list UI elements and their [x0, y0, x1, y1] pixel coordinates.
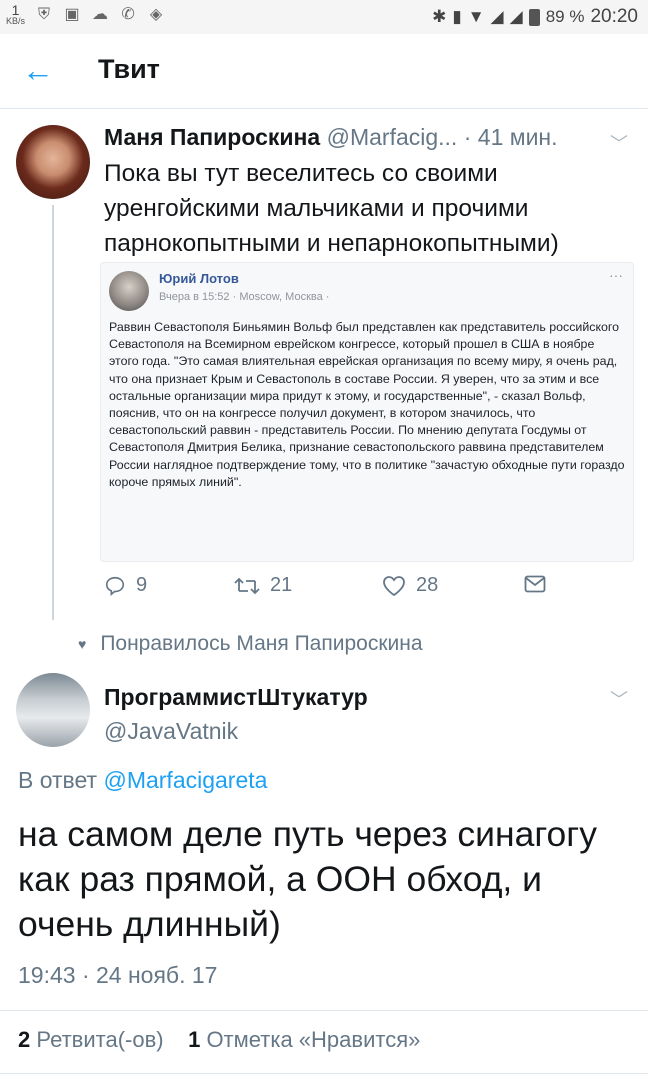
dm-button[interactable] — [524, 574, 546, 594]
back-arrow-icon[interactable]: ← — [22, 54, 54, 86]
reply-to-link[interactable]: @Marfacigareta — [103, 767, 267, 793]
vibrate-icon: ▮ — [452, 7, 462, 26]
thread-line — [52, 205, 54, 620]
clock: 20:20 — [590, 6, 638, 27]
bluetooth-icon: ✱ — [432, 7, 447, 26]
page-title: Твит — [98, 54, 160, 84]
tweet-header: Маня Папироскина @Marfacig... · 41 мин. — [104, 124, 558, 150]
social-context: ♥ Понравилось Маня Папироскина — [78, 632, 423, 656]
embed-meta: Вчера в 15:52 · Moscow, Москва · — [159, 291, 330, 303]
reply-button[interactable]: 9 — [104, 574, 147, 597]
shield-notification-icon: ⛨ — [38, 5, 51, 23]
author-name[interactable]: ПрограммистШтукатур — [104, 684, 368, 711]
heart-icon — [383, 575, 405, 596]
tweet-timestamp: 19:43 · 24 нояб. 17 — [18, 962, 218, 988]
divider — [0, 1073, 648, 1074]
like-count: 28 — [416, 574, 439, 596]
status-bar: 1 KB/s ⛨ ▣ ☁ ✆ ◈ ✱ ▮ ▼ ◢ ◢ 89 % 20:20 — [0, 0, 648, 34]
retweets-stat[interactable]: 2 Ретвита(-ов) — [18, 1027, 164, 1052]
avatar[interactable] — [16, 673, 90, 747]
embed-author: Юрий Лотов — [159, 271, 239, 286]
tweet-text: Пока вы тут веселитесь со своими уренгой… — [104, 160, 559, 257]
signal-icon: ◢ — [490, 7, 504, 26]
network-speed: 1 KB/s — [6, 2, 26, 26]
envelope-icon — [524, 575, 546, 593]
embed-avatar — [109, 271, 149, 311]
like-button[interactable]: 28 — [382, 574, 438, 597]
embed-text: Раввин Севастополя Биньямин Вольф был пр… — [109, 320, 625, 489]
chevron-down-icon[interactable]: ﹀ — [610, 130, 628, 156]
wifi-icon: ▼ — [467, 7, 485, 26]
tweet-stats: 2 Ретвита(-ов) 1 Отметка «Нравится» — [18, 1027, 420, 1053]
divider — [0, 1010, 648, 1011]
cloud-notification-icon: ☁ — [92, 5, 109, 23]
tweet-actions: 9 21 28 — [104, 574, 624, 604]
reply-icon — [105, 576, 125, 596]
top-app-bar: ← Твит — [0, 34, 648, 109]
reply-prefix: В ответ — [18, 767, 98, 793]
missed-call-icon: ✆ — [121, 5, 135, 23]
embedded-image[interactable]: Юрий Лотов Вчера в 15:52 · Moscow, Москв… — [100, 262, 634, 562]
liked-by-text[interactable]: Понравилось Маня Папироскина — [100, 632, 422, 656]
battery-icon — [528, 8, 540, 26]
chevron-down-icon[interactable]: ﹀ — [610, 686, 628, 712]
author-handle[interactable]: @JavaVatnik — [104, 718, 238, 745]
signal-icon-2: ◢ — [509, 7, 523, 26]
tweet-text: на самом деле путь через синагогу как ра… — [18, 814, 597, 944]
reply-context: В ответ @Marfacigareta — [18, 767, 267, 794]
tweet-time: 41 мин. — [477, 124, 558, 150]
author-handle[interactable]: @Marfacig... — [327, 124, 458, 150]
battery-level: 89 % — [545, 7, 585, 26]
avatar[interactable] — [16, 125, 90, 199]
security-icon: ◈ — [149, 5, 163, 23]
heart-icon: ♥ — [78, 636, 87, 652]
more-icon: ··· — [609, 267, 623, 283]
reply-count: 9 — [136, 574, 148, 596]
retweet-count: 21 — [270, 574, 293, 596]
image-notification-icon: ▣ — [64, 5, 80, 23]
likes-stat[interactable]: 1 Отметка «Нравится» — [188, 1027, 420, 1052]
retweet-icon — [234, 577, 260, 594]
author-name[interactable]: Маня Папироскина — [104, 124, 320, 150]
retweet-button[interactable]: 21 — [234, 574, 292, 597]
